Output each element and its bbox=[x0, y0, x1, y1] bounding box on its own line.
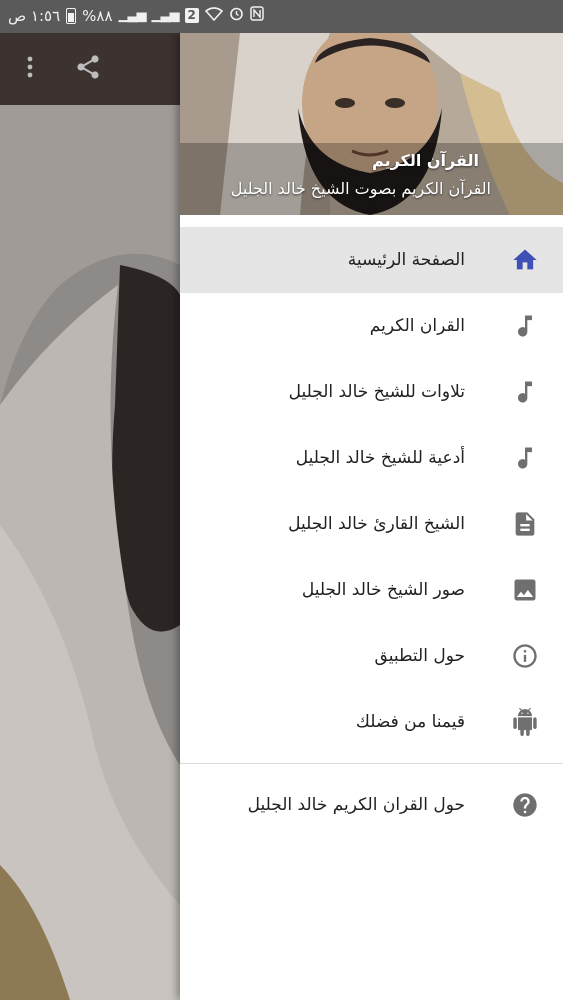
status-bar: ١:٥٦ ص %٨٨ ▁▃▅ ▁▃▅ 2 bbox=[0, 0, 563, 33]
drawer-header: القرآن الكريم القرآن الكريم بصوت الشيخ خ… bbox=[180, 33, 563, 215]
music-note-icon bbox=[511, 444, 539, 472]
music-note-icon bbox=[511, 312, 539, 340]
menu-item-label: حول التطبيق bbox=[374, 646, 465, 666]
info-icon bbox=[511, 642, 539, 670]
music-note-icon bbox=[511, 378, 539, 406]
home-icon bbox=[511, 246, 539, 274]
menu-item-home[interactable]: الصفحة الرئيسية bbox=[180, 227, 563, 293]
signal-2-icon: ▁▃▅ bbox=[151, 8, 180, 23]
menu-item-photos[interactable]: صور الشيخ خالد الجليل bbox=[180, 557, 563, 623]
menu-item-quran[interactable]: القران الكريم bbox=[180, 293, 563, 359]
more-vert-icon bbox=[27, 56, 33, 82]
drawer-header-subtitle: القرآن الكريم بصوت الشيخ خالد الجليل bbox=[230, 179, 491, 198]
menu-item-supplications[interactable]: أدعية للشيخ خالد الجليل bbox=[180, 425, 563, 491]
menu-item-label: الشيخ القارئ خالد الجليل bbox=[288, 514, 465, 534]
more-options-button[interactable] bbox=[8, 47, 52, 91]
document-icon bbox=[511, 510, 539, 538]
navigation-drawer: القرآن الكريم القرآن الكريم بصوت الشيخ خ… bbox=[180, 33, 563, 1000]
battery-icon bbox=[66, 7, 77, 24]
menu-item-label: القران الكريم bbox=[369, 316, 465, 336]
image-icon bbox=[511, 576, 539, 604]
share-icon bbox=[75, 54, 101, 84]
help-icon bbox=[511, 791, 539, 819]
menu-item-label: صور الشيخ خالد الجليل bbox=[301, 580, 465, 600]
alarm-icon bbox=[229, 6, 244, 25]
battery-level: %٨٨ bbox=[82, 6, 113, 25]
menu-item-about-app[interactable]: حول التطبيق bbox=[180, 623, 563, 689]
background-photo-visible-part bbox=[0, 105, 180, 1000]
menu-item-recitations[interactable]: تلاوات للشيخ خالد الجليل bbox=[180, 359, 563, 425]
share-button[interactable] bbox=[66, 47, 110, 91]
menu-item-reciter-bio[interactable]: الشيخ القارئ خالد الجليل bbox=[180, 491, 563, 557]
drawer-menu: الصفحة الرئيسية القران الكريم تلاوات للش… bbox=[180, 227, 563, 838]
wifi-icon bbox=[204, 6, 224, 25]
signal-icon: ▁▃▅ bbox=[118, 8, 147, 23]
menu-item-label: حول القران الكريم خالد الجليل bbox=[247, 795, 465, 815]
android-icon bbox=[511, 708, 539, 736]
menu-item-label: أدعية للشيخ خالد الجليل bbox=[295, 448, 465, 468]
menu-divider bbox=[180, 763, 563, 764]
menu-item-rate-us[interactable]: قيمنا من فضلك bbox=[180, 689, 563, 755]
menu-item-label: الصفحة الرئيسية bbox=[347, 250, 465, 270]
menu-item-about-quran[interactable]: حول القران الكريم خالد الجليل bbox=[180, 772, 563, 838]
nfc-icon bbox=[250, 6, 264, 25]
status-left-group: ١:٥٦ ص %٨٨ ▁▃▅ ▁▃▅ 2 bbox=[8, 6, 264, 25]
status-time: ١:٥٦ ص bbox=[8, 6, 61, 25]
menu-item-label: قيمنا من فضلك bbox=[355, 712, 465, 732]
sim-slot-badge: 2 bbox=[184, 8, 199, 23]
drawer-header-title: القرآن الكريم bbox=[372, 151, 479, 170]
menu-item-label: تلاوات للشيخ خالد الجليل bbox=[288, 382, 465, 402]
